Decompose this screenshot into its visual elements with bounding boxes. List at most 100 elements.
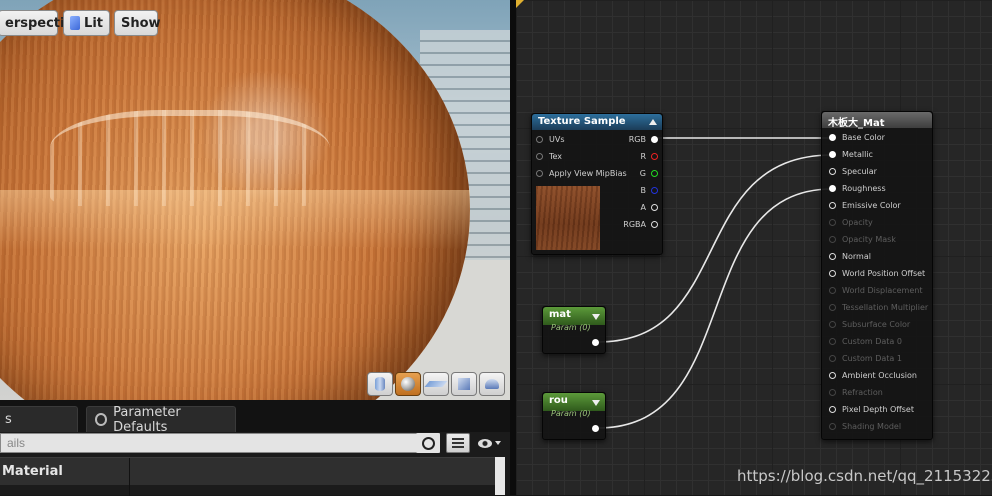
rou-output-pin[interactable] [592,425,599,432]
material-input-pin[interactable] [829,151,836,158]
rou-parameter-node[interactable]: rou Param (0) [542,392,606,440]
output-label-b: B [640,186,647,195]
lit-cube-icon [70,16,81,30]
material-input-row: Base Color [829,133,885,142]
details-scrollbar[interactable] [495,457,505,495]
lit-label: Lit [84,15,103,31]
preview-cylinder-button[interactable] [367,372,393,396]
output-pin-a[interactable] [651,204,658,211]
material-input-pin[interactable] [829,304,836,311]
cube-icon [458,378,470,390]
material-result-node[interactable]: 木板大_Mat Base Color Metallic Specular Roughn… [821,111,933,440]
preview-plane-button[interactable] [423,372,449,396]
output-pin-b[interactable] [651,187,658,194]
preview-cube-button[interactable] [451,372,477,396]
preview-sphere-button[interactable] [395,372,421,396]
material-input-pin[interactable] [829,219,836,226]
material-input-label: World Displacement [842,286,923,295]
input-label-mipbias: Apply View MipBias [549,169,627,178]
parameter-defaults-icon [95,413,108,426]
mat-dropdown-icon[interactable] [592,314,600,320]
material-input-row: Opacity Mask [829,235,896,244]
perspective-button[interactable]: erspective [0,10,82,36]
preview-custom-mesh-button[interactable] [479,372,505,396]
material-input-label: Custom Data 0 [842,337,902,346]
material-input-label: Shading Model [842,422,902,431]
material-input-row: Shading Model [829,422,901,431]
details-search-input[interactable] [0,433,440,453]
input-pin-uvs[interactable] [536,136,543,143]
pin-row-rgba: RGBA [623,220,658,229]
rou-node-title: rou [549,395,568,406]
material-graph[interactable]: Texture Sample UVs Tex Apply View MipBia… [516,0,992,495]
rou-dropdown-icon[interactable] [592,400,600,406]
magnifier-glyph [421,436,435,450]
custom-mesh-icon [485,379,499,389]
preview-sphere [0,0,470,400]
material-input-pin[interactable] [829,338,836,345]
lit-button[interactable]: Lit [63,10,110,36]
material-input-pin[interactable] [829,287,836,294]
material-input-row: Tessellation Multiplier [829,303,928,312]
material-input-pin[interactable] [829,423,836,430]
material-input-row: Metallic [829,150,873,159]
material-input-label: Pixel Depth Offset [842,405,914,414]
material-input-label: Tessellation Multiplier [842,303,929,312]
material-input-pin[interactable] [829,202,836,209]
texture-sample-node[interactable]: Texture Sample UVs Tex Apply View MipBia… [531,113,663,255]
view-options-button[interactable] [474,433,504,453]
output-pin-rgba[interactable] [651,221,658,228]
material-input-row: Normal [829,252,871,261]
material-input-pin[interactable] [829,185,836,192]
rou-node-subtitle: Param (0) [551,409,591,418]
material-input-label: Roughness [842,184,886,193]
output-label-rgba: RGBA [623,220,646,229]
material-input-row: Specular [829,167,877,176]
material-node-title: 木板大_Mat [828,118,885,129]
output-label-r: R [640,152,646,161]
material-input-pin[interactable] [829,372,836,379]
material-node-header[interactable]: 木板大_Mat [822,112,932,129]
pin-row-mipbias: Apply View MipBias [536,169,627,178]
material-input-label: Normal [842,252,871,261]
material-input-pin[interactable] [829,321,836,328]
material-input-label: Emissive Color [842,201,901,210]
material-input-pin[interactable] [829,389,836,396]
show-label: Show [121,15,161,31]
texture-sample-header[interactable]: Texture Sample [532,114,662,130]
material-input-label: Base Color [842,133,885,142]
material-input-label: Custom Data 1 [842,354,902,363]
mat-output-pin[interactable] [592,339,599,346]
pin-row-b: B [640,186,658,195]
pin-row-tex: Tex [536,152,562,161]
material-input-pin[interactable] [829,134,836,141]
pin-row-rgb: RGB [629,135,658,144]
mat-parameter-node[interactable]: mat Param (0) [542,306,606,354]
input-pin-tex[interactable] [536,153,543,160]
collapse-arrow-icon[interactable] [649,119,657,125]
material-input-row: Emissive Color [829,201,901,210]
input-pin-mipbias[interactable] [536,170,543,177]
material-input-label: Opacity Mask [842,235,896,244]
show-button[interactable]: Show [114,10,161,36]
output-pin-g[interactable] [651,170,658,177]
search-icon[interactable] [416,433,440,453]
material-input-pin[interactable] [829,253,836,260]
material-input-row: World Displacement [829,286,922,295]
output-pin-rgb[interactable] [651,136,658,143]
material-input-pin[interactable] [829,270,836,277]
output-pin-r[interactable] [651,153,658,160]
material-section-header[interactable]: Material [0,457,495,496]
material-input-pin[interactable] [829,406,836,413]
property-matrix-button[interactable] [446,433,470,453]
material-input-label: Refraction [842,388,883,397]
tab-details[interactable]: s [0,406,78,432]
material-preview-viewport[interactable]: erspective Lit Show [0,0,510,400]
material-input-row: Ambient Occlusion [829,371,917,380]
material-input-pin[interactable] [829,355,836,362]
material-input-pin[interactable] [829,168,836,175]
material-input-pin[interactable] [829,236,836,243]
mat-node-subtitle: Param (0) [551,323,591,332]
tab-parameter-defaults[interactable]: Parameter Defaults [86,405,236,435]
material-section-label: Material [2,464,63,479]
